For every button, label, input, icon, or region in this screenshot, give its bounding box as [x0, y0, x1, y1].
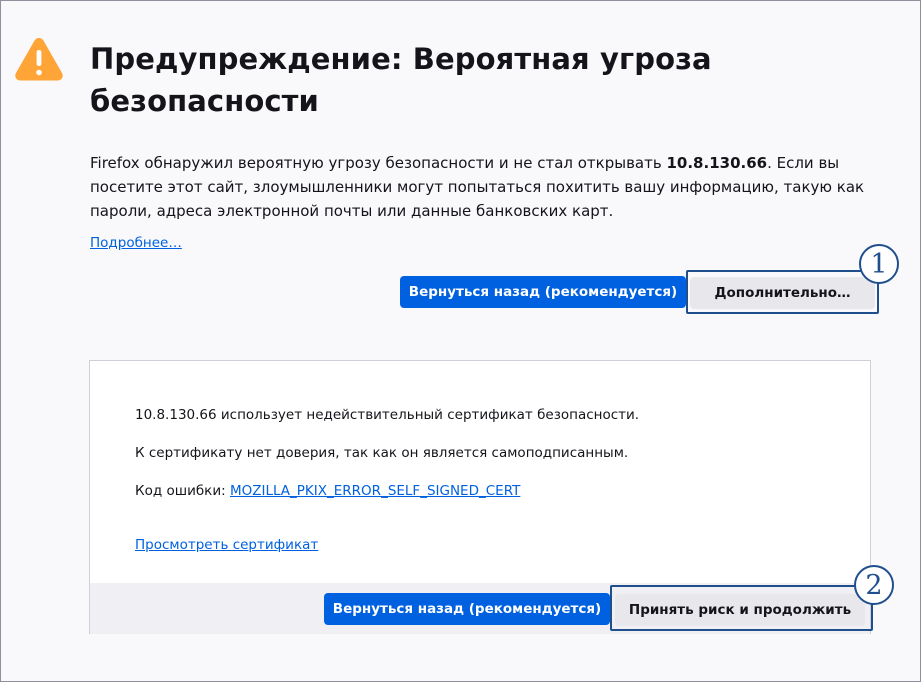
learn-more-link[interactable]: Подробнее… [90, 235, 182, 251]
intro-prefix: Firefox обнаружил вероятную угрозу безоп… [90, 154, 667, 172]
intro-text: Firefox обнаружил вероятную угрозу безоп… [90, 151, 865, 223]
callout-badge-2: 2 [854, 565, 894, 605]
self-signed-text: К сертификату нет доверия, так как он яв… [135, 445, 629, 461]
go-back-button[interactable]: Вернуться назад (рекомендуется) [400, 276, 686, 308]
accept-risk-highlight [610, 585, 873, 631]
certificate-invalid-text: 10.8.130.66 использует недействительный … [135, 407, 640, 423]
host-name: 10.8.130.66 [666, 154, 768, 172]
view-certificate-link[interactable]: Просмотреть сертификат [135, 537, 318, 553]
callout-badge-1: 1 [859, 244, 899, 284]
warning-icon [15, 38, 63, 81]
error-code-label: Код ошибки: [135, 483, 230, 499]
error-code-link[interactable]: MOZILLA_PKIX_ERROR_SELF_SIGNED_CERT [230, 483, 520, 499]
error-code-line: Код ошибки: MOZILLA_PKIX_ERROR_SELF_SIGN… [135, 483, 520, 499]
panel-go-back-button[interactable]: Вернуться назад (рекомендуется) [324, 593, 610, 625]
page-title: Предупреждение: Вероятная угроза безопас… [90, 42, 712, 118]
advanced-button-highlight [686, 270, 879, 314]
